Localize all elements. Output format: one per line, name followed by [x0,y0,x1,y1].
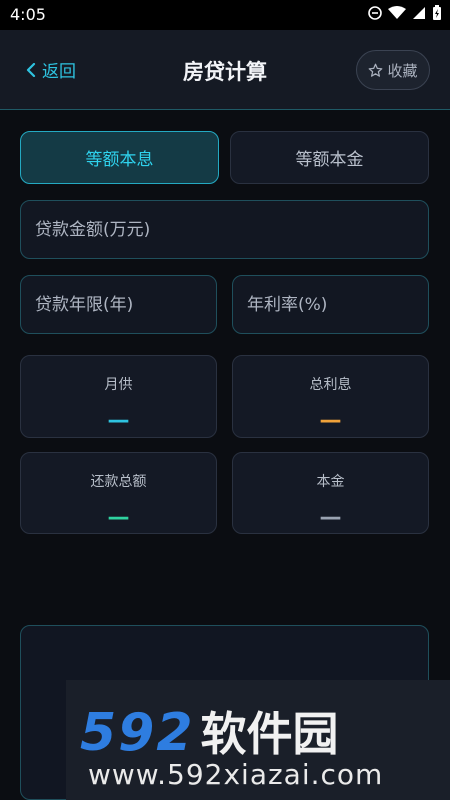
favorite-button[interactable]: 收藏 [356,50,430,90]
wifi-icon [388,6,406,19]
status-icons [368,5,442,21]
loan-years-input[interactable] [21,276,216,333]
stat-value: — [319,408,342,433]
total-repayment-card: 还款总额 — [20,452,217,534]
tab-equal-installment[interactable]: 等额本息 [20,131,219,184]
annual-rate-field[interactable] [232,275,429,334]
status-bar: 4:05 [0,0,450,30]
signal-icon [413,7,425,19]
watermark-number: 592 [80,703,195,763]
app-header: 返回 房贷计算 收藏 [0,30,450,110]
stat-label: 本金 [316,474,345,490]
watermark-url: www.592xiazai.com [88,758,384,791]
loan-years-field[interactable] [20,275,217,334]
loan-amount-field[interactable] [20,200,429,259]
stat-value: — [107,408,130,433]
battery-icon [433,5,441,20]
loan-amount-input[interactable] [21,201,428,258]
monthly-payment-card: 月供 — [20,355,217,438]
watermark-brand: 592 软件园 [80,698,339,764]
tab-label: 等额本金 [295,150,364,170]
total-interest-card: 总利息 — [232,355,429,438]
tab-equal-principal[interactable]: 等额本金 [230,131,429,184]
stat-value: — [319,505,342,530]
watermark-text: 软件园 [200,707,339,761]
stat-label: 总利息 [309,377,352,393]
dnd-icon [368,6,382,20]
tab-label: 等额本息 [85,150,154,170]
star-icon [369,63,383,77]
principal-card: 本金 — [232,452,429,534]
watermark-banner: 592 软件园 www.592xiazai.com [66,680,450,800]
annual-rate-input[interactable] [233,276,428,333]
stat-label: 还款总额 [90,474,147,490]
stat-value: — [107,505,130,530]
favorite-label: 收藏 [387,61,418,80]
stat-label: 月供 [104,377,133,393]
status-time: 4:05 [10,5,46,24]
